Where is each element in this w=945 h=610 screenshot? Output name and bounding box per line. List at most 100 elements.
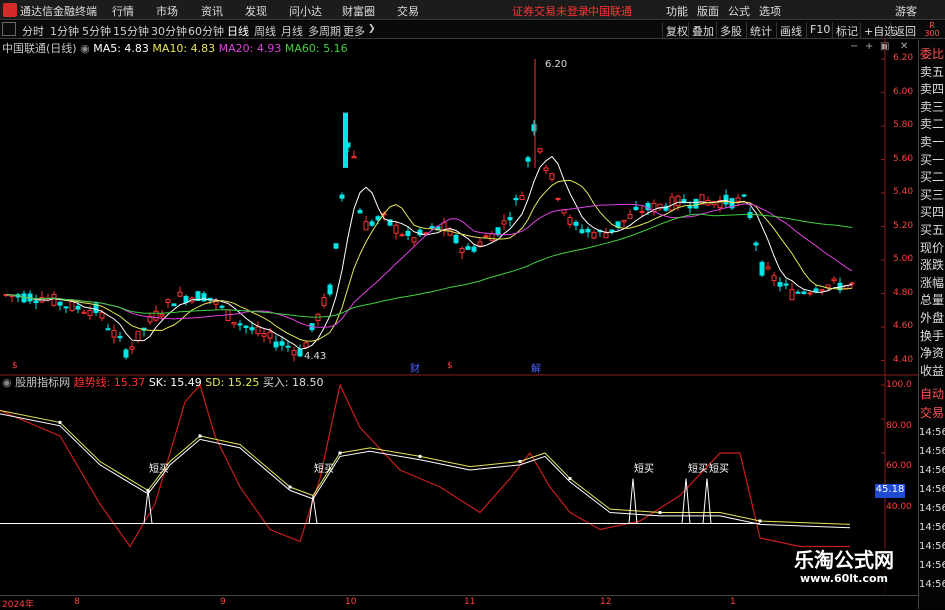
side-quote-item[interactable]: 卖一 bbox=[919, 134, 945, 152]
candle-body bbox=[783, 283, 789, 286]
candle-body bbox=[249, 327, 255, 331]
side-quote-item[interactable]: 买五 bbox=[919, 222, 945, 240]
buy-signal-spike bbox=[628, 478, 638, 524]
price-axis: 6.20 6.00 5.80 5.60 5.40 5.20 5.00 4.80 4.60 4.40 bbox=[886, 38, 918, 378]
candle-body bbox=[207, 297, 213, 300]
side-quote-item[interactable]: 卖五 bbox=[919, 64, 945, 82]
side-quote-item[interactable]: 总量 bbox=[919, 292, 945, 310]
watermark-title: 乐淘公式网 bbox=[794, 548, 894, 572]
period-tab-bar: 分时 1分钟 5分钟 15分钟 30分钟 60分钟 日线 周线 月线 多周期 更… bbox=[0, 21, 945, 39]
stats-button[interactable]: 统计 bbox=[746, 22, 775, 38]
watermark: 乐淘公式网 www.60lt.com bbox=[770, 548, 918, 595]
tab-monthly[interactable]: 月线 bbox=[281, 23, 303, 39]
price-chart[interactable] bbox=[0, 38, 918, 609]
menu-quotes[interactable]: 行情 bbox=[112, 3, 134, 19]
sk-point bbox=[518, 460, 522, 463]
candle-body bbox=[579, 229, 585, 234]
price-tick-label: 4.60 bbox=[893, 321, 914, 331]
buy-signal-spike bbox=[702, 478, 712, 524]
tab-intraday[interactable]: 分时 bbox=[22, 23, 44, 39]
tick-time-label: 14:56 bbox=[919, 541, 945, 552]
candle-body bbox=[591, 232, 597, 239]
menu-options[interactable]: 选项 bbox=[759, 3, 781, 19]
tab-daily[interactable]: 日线 bbox=[227, 23, 249, 39]
menu-formula[interactable]: 公式 bbox=[728, 3, 750, 19]
signal-label: 短买 bbox=[688, 464, 708, 475]
indicator-legend: ◉ 股朋指标网 趋势线: 15.37 SK: 15.49 SD: 15.25 买… bbox=[2, 374, 324, 390]
menu-market[interactable]: 市场 bbox=[156, 3, 178, 19]
candle-body bbox=[255, 326, 261, 335]
side-quote-item[interactable]: 卖三 bbox=[919, 99, 945, 117]
side-quote-item[interactable]: 买二 bbox=[919, 169, 945, 187]
side-quote-item[interactable]: 买四 bbox=[919, 204, 945, 222]
menu-wealth[interactable]: 财富圈 bbox=[342, 3, 375, 19]
candle-body bbox=[351, 156, 357, 159]
dividend-marker-2[interactable]: $ bbox=[447, 361, 453, 371]
candle-body bbox=[807, 292, 813, 295]
side-quote-item[interactable]: 现价 bbox=[919, 240, 945, 258]
candle-body bbox=[81, 311, 87, 314]
side-quote-item[interactable]: 委比 bbox=[919, 46, 945, 64]
candle-body bbox=[573, 221, 579, 226]
high-price-label: 6.20 bbox=[545, 59, 568, 70]
login-warning[interactable]: 证券交易未登录 bbox=[512, 3, 589, 19]
side-quote-item[interactable]: 卖二 bbox=[919, 116, 945, 134]
adjust-button[interactable]: 复权 bbox=[662, 22, 691, 38]
candle-body bbox=[741, 194, 747, 197]
sk-point bbox=[338, 451, 342, 455]
f10-button[interactable]: F10 bbox=[806, 22, 833, 38]
tab-weekly[interactable]: 周线 bbox=[254, 23, 276, 39]
side-quote-item[interactable]: 收益 bbox=[919, 363, 945, 381]
candle-body bbox=[243, 325, 249, 328]
menu-discover[interactable]: 发现 bbox=[245, 3, 267, 19]
side-quote-item[interactable]: 涨跌 bbox=[919, 257, 945, 275]
tick-time-label: 14:56 bbox=[919, 465, 945, 476]
finance-marker[interactable]: 财 bbox=[410, 360, 420, 375]
unlock-marker[interactable]: 解 bbox=[531, 360, 541, 375]
candle-body bbox=[363, 221, 369, 231]
grid-icon[interactable] bbox=[2, 22, 16, 36]
side-quote-item[interactable]: 卖四 bbox=[919, 81, 945, 99]
side-quote-item[interactable]: 换手 bbox=[919, 328, 945, 346]
candle-body bbox=[507, 217, 513, 221]
side-quote-item[interactable]: 买三 bbox=[919, 187, 945, 205]
more-chevron-icon[interactable]: ❯ bbox=[368, 24, 376, 34]
side-quote-item[interactable]: 外盘 bbox=[919, 310, 945, 328]
back-button[interactable]: 返回 bbox=[890, 22, 919, 38]
guest-button[interactable]: 游客 bbox=[895, 3, 917, 19]
draw-button[interactable]: 画线 bbox=[776, 22, 805, 38]
tab-multi-period[interactable]: 多周期 bbox=[308, 23, 341, 39]
side-quote-item[interactable]: 涨幅 bbox=[919, 275, 945, 293]
multi-stock-button[interactable]: 多股 bbox=[716, 22, 745, 38]
menu-news[interactable]: 资讯 bbox=[201, 3, 223, 19]
tab-30min[interactable]: 30分钟 bbox=[151, 23, 187, 39]
menu-layout[interactable]: 版面 bbox=[697, 3, 719, 19]
tab-more[interactable]: 更多 bbox=[343, 23, 365, 39]
tick-time-label: 14:56 bbox=[919, 484, 945, 495]
candle-body bbox=[765, 266, 771, 270]
mark-button[interactable]: 标记 bbox=[832, 22, 861, 38]
candle-body bbox=[261, 332, 267, 337]
candle-body bbox=[303, 342, 309, 348]
dividend-marker[interactable]: $ bbox=[12, 361, 18, 371]
menu-trade[interactable]: 交易 bbox=[397, 3, 419, 19]
quote-side-panel[interactable]: 委比 卖五 卖四 卖三 卖二 卖一 买一 买二 买三 买四 买五 现价 涨跌 涨幅 总量 外盘 换手 净资 收益 自动… bbox=[918, 40, 945, 609]
tab-15min[interactable]: 15分钟 bbox=[113, 23, 149, 39]
candle-body bbox=[297, 348, 303, 357]
candle-body bbox=[183, 295, 189, 303]
candle-body bbox=[171, 303, 177, 307]
side-quote-item[interactable]: 买一 bbox=[919, 152, 945, 170]
candle-body bbox=[501, 220, 507, 225]
candle-body bbox=[129, 346, 135, 350]
tab-60min[interactable]: 60分钟 bbox=[188, 23, 224, 39]
overlay-button[interactable]: 叠加 bbox=[688, 22, 717, 38]
indicator-settings-icon[interactable]: ◉ bbox=[2, 376, 12, 389]
menu-function[interactable]: 功能 bbox=[666, 3, 688, 19]
candle-body bbox=[267, 331, 273, 339]
candle-body bbox=[621, 219, 627, 223]
menu-ask[interactable]: 问小达 bbox=[289, 3, 322, 19]
tab-1min[interactable]: 1分钟 bbox=[50, 23, 79, 39]
signal-label: 短买 bbox=[314, 464, 334, 475]
tab-5min[interactable]: 5分钟 bbox=[82, 23, 111, 39]
side-quote-item[interactable]: 净资 bbox=[919, 345, 945, 363]
